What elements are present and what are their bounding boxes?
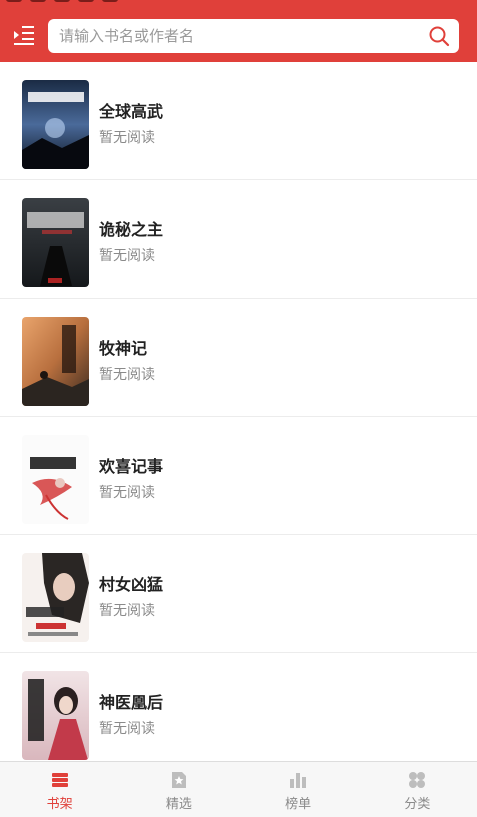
book-title: 全球高武 bbox=[99, 102, 164, 121]
menu-icon[interactable] bbox=[12, 24, 36, 46]
status-bar-icons bbox=[6, 0, 118, 2]
reading-progress: 暂无阅读 bbox=[99, 248, 155, 265]
header-bar bbox=[0, 0, 477, 62]
bookshelf-icon bbox=[51, 773, 68, 787]
book-title: 诡秘之主 bbox=[99, 220, 164, 240]
book-cover[interactable] bbox=[22, 553, 89, 643]
book-item[interactable]: 村女凶猛 暂无阅读 bbox=[0, 535, 477, 654]
tab-bookshelf[interactable]: 书架 bbox=[0, 762, 119, 817]
tab-categories[interactable]: 分类 bbox=[358, 762, 477, 817]
book-cover[interactable] bbox=[22, 316, 89, 406]
book-item[interactable]: 全球高武 暂无阅读 bbox=[0, 62, 477, 181]
book-title: 欢喜记事 bbox=[99, 456, 164, 476]
book-item[interactable]: 神医凰后 暂无阅读 bbox=[0, 653, 477, 772]
tab-rankings[interactable]: 榜单 bbox=[239, 762, 358, 817]
bar-chart-icon bbox=[290, 773, 307, 788]
tab-label: 书架 bbox=[46, 797, 73, 812]
search-input[interactable] bbox=[48, 19, 428, 53]
book-item[interactable]: 诡秘之主 暂无阅读 bbox=[0, 180, 477, 299]
tab-label: 分类 bbox=[404, 797, 431, 812]
tab-featured[interactable]: 精选 bbox=[119, 762, 238, 817]
reading-progress: 暂无阅读 bbox=[99, 484, 155, 501]
book-cover[interactable] bbox=[22, 671, 89, 761]
book-title: 村女凶猛 bbox=[99, 575, 164, 595]
bookshelf-list: 全球高武 暂无阅读 诡秘之主 暂无阅读 牧神记 暂无阅读 欢喜记事 暂无阅读 村… bbox=[0, 62, 477, 772]
tab-label: 榜单 bbox=[285, 797, 312, 812]
book-cover[interactable] bbox=[22, 198, 89, 288]
book-title: 神医凰后 bbox=[99, 693, 164, 713]
book-cover[interactable] bbox=[22, 80, 89, 169]
reading-progress: 暂无阅读 bbox=[99, 721, 155, 738]
reading-progress: 暂无阅读 bbox=[99, 366, 155, 383]
book-title: 牧神记 bbox=[99, 338, 148, 358]
bottom-tab-bar: 书架 精选 榜单 分类 bbox=[0, 761, 477, 817]
book-cover[interactable] bbox=[22, 434, 89, 524]
reading-progress: 暂无阅读 bbox=[99, 130, 155, 146]
star-document-icon bbox=[171, 772, 186, 788]
book-item[interactable]: 牧神记 暂无阅读 bbox=[0, 299, 477, 417]
book-item[interactable]: 欢喜记事 暂无阅读 bbox=[0, 417, 477, 536]
reading-progress: 暂无阅读 bbox=[99, 603, 155, 620]
search-icon[interactable] bbox=[428, 25, 450, 47]
grid-icon bbox=[409, 772, 426, 788]
search-box[interactable] bbox=[48, 19, 459, 53]
tab-label: 精选 bbox=[165, 797, 192, 812]
